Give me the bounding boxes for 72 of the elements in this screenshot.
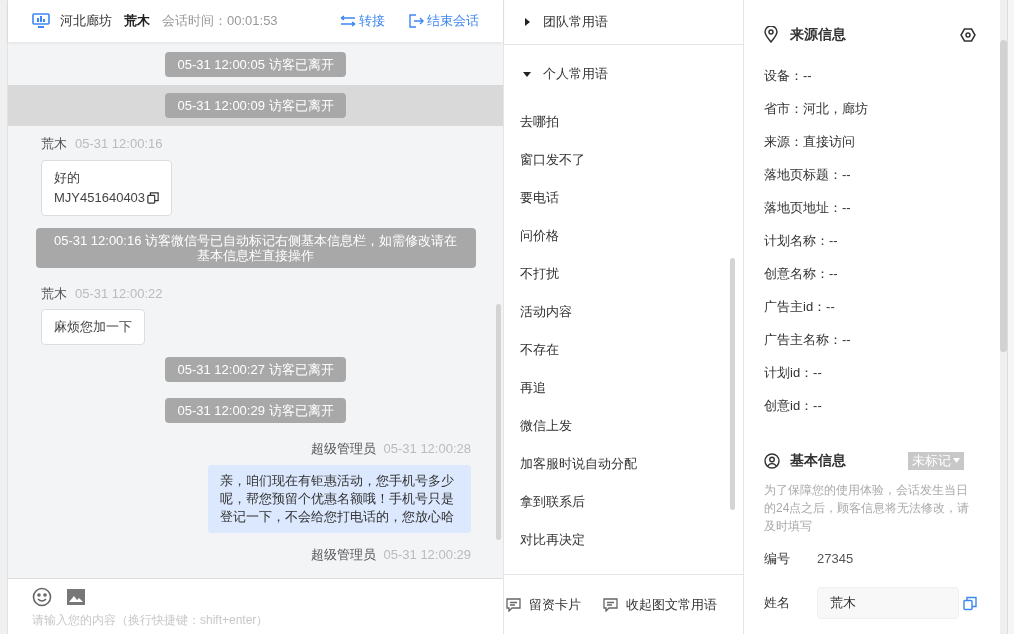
system-notice: 05-31 12:00:09 访客已离开 bbox=[165, 93, 346, 118]
source-field: 落地页地址：-- bbox=[764, 191, 980, 224]
phrase-group-header[interactable]: 个人常用语 bbox=[504, 45, 743, 103]
message-time: 05-31 12:00:29 bbox=[383, 545, 471, 564]
source-field: 省市：河北，廊坊 bbox=[764, 92, 980, 125]
caret-down-icon bbox=[953, 458, 960, 463]
copy-icon[interactable] bbox=[147, 191, 160, 204]
scrollbar[interactable] bbox=[730, 258, 735, 510]
message-bubble: 好的 MJY451640403 bbox=[41, 159, 173, 216]
sender-name: 超级管理员 bbox=[310, 440, 376, 458]
message-time: 05-31 12:00:22 bbox=[75, 284, 163, 303]
phrase-item[interactable]: 不打扰 bbox=[504, 255, 743, 293]
sender-name: 荒木 bbox=[41, 284, 67, 303]
image-icon[interactable] bbox=[66, 588, 86, 606]
source-field: 设备：-- bbox=[764, 59, 980, 92]
phrase-item[interactable]: 微信上发 bbox=[504, 407, 743, 445]
system-notice: 05-31 12:00:05 访客已离开 bbox=[165, 52, 346, 77]
sender-name: 荒木 bbox=[41, 135, 67, 153]
section-title: 来源信息 bbox=[790, 25, 846, 44]
caret-right-icon bbox=[523, 18, 531, 26]
phrase-item[interactable]: 要电话 bbox=[504, 179, 743, 217]
message-bubble: 亲，咱们现在有钜惠活动，您手机号多少呢，帮您预留个优惠名额哦！手机号只是登记一下，不会给您打电话的，您放心哈 bbox=[208, 464, 471, 533]
phrase-item[interactable]: 窗口发不了 bbox=[504, 141, 743, 179]
message-icon bbox=[506, 597, 521, 612]
message-bubble: 麻烦您加一下 bbox=[41, 309, 145, 345]
source-field: 来源：直接访问 bbox=[764, 125, 980, 158]
sender-name: 超级管理员 bbox=[310, 545, 376, 564]
phrase-item[interactable]: 对比再决定 bbox=[504, 521, 743, 559]
location-pin-icon bbox=[764, 26, 778, 43]
info-note: 为了保障您的使用体验，会话发生当日的24点之后，顾客信息将无法修改，请及时填写 bbox=[764, 482, 971, 535]
phrase-item[interactable]: 加客服时说自动分配 bbox=[504, 445, 743, 483]
source-field: 广告主名称：-- bbox=[764, 323, 980, 356]
settings-icon[interactable] bbox=[960, 26, 976, 43]
user-icon bbox=[764, 452, 780, 469]
source-field: 落地页标题：-- bbox=[764, 158, 980, 191]
phrase-item[interactable]: 去哪拍 bbox=[504, 103, 743, 141]
lead-card-button[interactable]: 留资卡片 bbox=[506, 594, 581, 615]
phrase-item[interactable]: 再追 bbox=[504, 369, 743, 407]
swap-icon bbox=[340, 15, 356, 27]
system-notice: 05-31 12:00:29 访客已离开 bbox=[165, 398, 346, 423]
field-label: 姓名 bbox=[764, 594, 791, 613]
visitor-location: 河北廊坊 bbox=[60, 12, 112, 31]
phrase-item[interactable]: 不存在 bbox=[504, 331, 743, 369]
caret-down-icon bbox=[523, 70, 531, 78]
scrollbar[interactable] bbox=[496, 304, 501, 540]
phrase-item[interactable]: 活动内容 bbox=[504, 293, 743, 331]
section-title: 基本信息 bbox=[790, 451, 846, 470]
system-notice: 05-31 12:00:16 访客微信号已自动标记右侧基本信息栏，如需修改请在基本信息栏直接操作 bbox=[35, 227, 476, 268]
exit-icon bbox=[409, 14, 424, 28]
scrollbar[interactable] bbox=[1000, 40, 1007, 352]
source-field: 创意名称：-- bbox=[764, 257, 980, 290]
session-time: 会话时间：00:01:53 bbox=[162, 12, 278, 31]
name-field[interactable]: 荒木 bbox=[817, 587, 959, 619]
monitor-icon bbox=[32, 13, 50, 29]
id-value: 27345 bbox=[817, 550, 854, 569]
phrase-group-header[interactable]: 团队常用语 bbox=[504, 0, 743, 45]
transfer-button[interactable]: 转接 bbox=[340, 11, 385, 31]
system-notice: 05-31 12:00:27 访客已离开 bbox=[165, 357, 346, 382]
source-field: 创意id：-- bbox=[764, 389, 980, 422]
visitor-name: 荒木 bbox=[124, 12, 150, 31]
collapse-phrases-button[interactable]: 收起图文常用语 bbox=[603, 594, 717, 615]
emoji-icon[interactable] bbox=[32, 587, 52, 607]
field-label: 编号 bbox=[764, 550, 791, 569]
source-field: 计划名称：-- bbox=[764, 224, 980, 257]
message-icon bbox=[603, 597, 618, 612]
phrase-item[interactable]: 拿到联系后 bbox=[504, 483, 743, 521]
message-time: 05-31 12:00:16 bbox=[75, 135, 163, 153]
source-field: 广告主id：-- bbox=[764, 290, 980, 323]
source-field: 计划id：-- bbox=[764, 356, 980, 389]
message-time: 05-31 12:00:28 bbox=[383, 440, 471, 458]
end-session-button[interactable]: 结束会话 bbox=[409, 11, 479, 31]
phrase-item[interactable]: 问价格 bbox=[504, 217, 743, 255]
